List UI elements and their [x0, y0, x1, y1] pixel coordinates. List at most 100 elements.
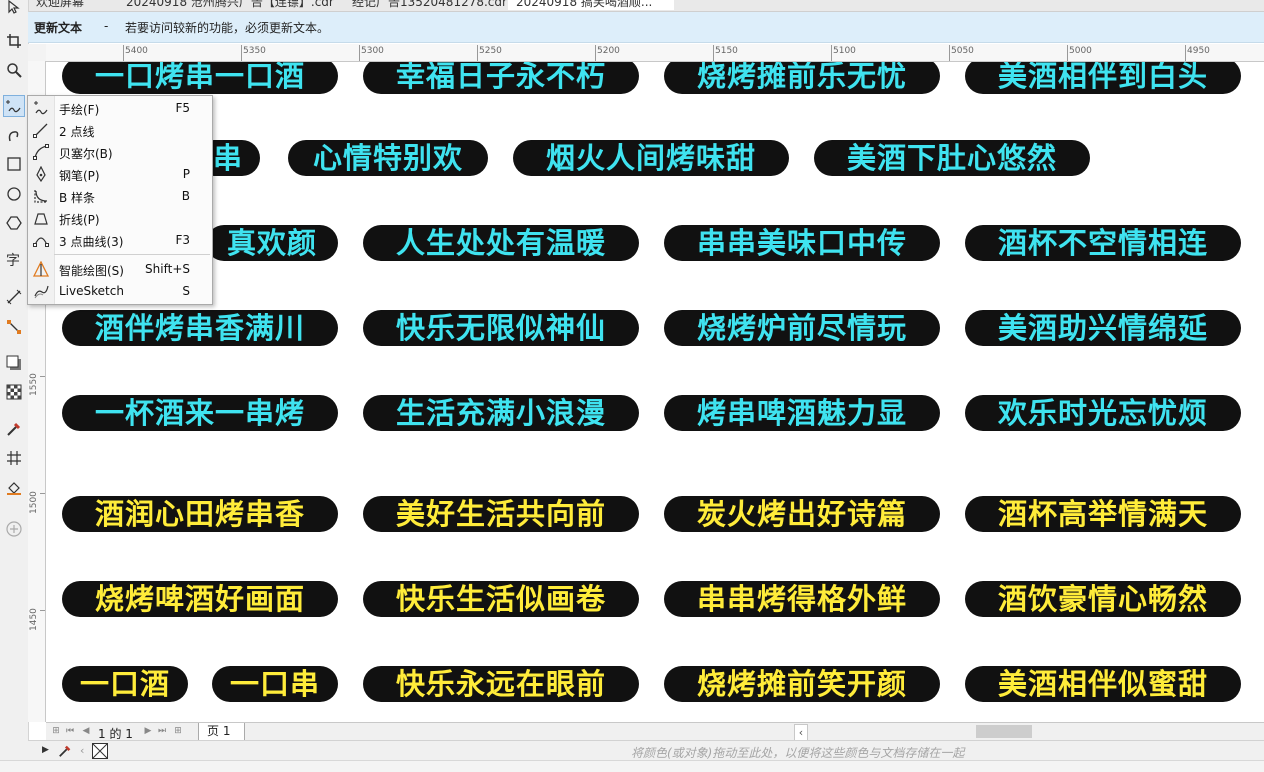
ruler-tick: [241, 45, 242, 61]
ruler-tick: [1067, 45, 1068, 61]
artistic-media-icon[interactable]: [3, 124, 25, 146]
text-object[interactable]: 快乐无限似神仙: [363, 310, 639, 346]
transparency-icon[interactable]: [3, 381, 25, 403]
ruler-label: 1450: [29, 608, 39, 631]
ruler-tick: [713, 45, 714, 61]
freehand-icon: [34, 101, 48, 115]
text-object[interactable]: 一口酒: [62, 666, 188, 702]
text-object[interactable]: 炭火烤出好诗篇: [664, 496, 940, 532]
text-object[interactable]: 心情特别欢: [288, 140, 488, 176]
flyout-item-bezier[interactable]: 贝塞尔(B): [28, 141, 212, 163]
text-object[interactable]: 美酒相伴似蜜甜: [965, 666, 1241, 702]
text-object[interactable]: 烟火人间烤味甜: [513, 140, 789, 176]
flyout-item-freehand[interactable]: 手绘(F) F5: [28, 97, 212, 119]
text-object[interactable]: 串串烤得格外鲜: [664, 581, 940, 617]
b-spline-icon: [34, 190, 48, 203]
flyout-item-smart-drawing[interactable]: 智能绘图(S) Shift+S: [28, 258, 212, 280]
add-page-before-icon[interactable]: ⊞: [50, 725, 62, 738]
connector-tool-icon[interactable]: [3, 316, 25, 338]
text-object[interactable]: 快乐生活似画卷: [363, 581, 639, 617]
ruler-label: 5200: [597, 46, 620, 56]
flyout-item-pen[interactable]: 钢笔(P) P: [28, 163, 212, 185]
page-tab[interactable]: 页 1: [198, 723, 246, 741]
smart-fill-icon[interactable]: [3, 476, 25, 498]
crop-tool-icon[interactable]: [3, 30, 25, 52]
horizontal-ruler[interactable]: 5400 5350 5300 5250 5200 5150 5100 5050 …: [46, 44, 1264, 62]
ruler-tick: [40, 610, 45, 611]
livesketch-icon: [34, 285, 49, 299]
polygon-tool-icon[interactable]: [3, 212, 25, 234]
doc-tab-2[interactable]: 20240918 沧州腾兴广告【连镖】.cdr: [118, 0, 338, 10]
flyout-item-polyline[interactable]: 折线(P): [28, 207, 212, 229]
zoom-tool-icon[interactable]: [3, 59, 25, 81]
text-object[interactable]: 酒杯不空情相连: [965, 225, 1241, 261]
first-page-icon[interactable]: ⏮: [64, 725, 76, 738]
text-object[interactable]: 串串美味口中传: [664, 225, 940, 261]
text-object[interactable]: 美酒下肚心悠然: [814, 140, 1090, 176]
status-bar: [0, 760, 1264, 772]
flyout-item-livesketch[interactable]: LiveSketch S: [28, 280, 212, 302]
doc-tab-welcome[interactable]: 欢迎屏幕: [28, 0, 120, 10]
flyout-shortcut: S: [182, 284, 190, 298]
rectangle-tool-icon[interactable]: [3, 153, 25, 175]
text-object[interactable]: 欢乐时光忘忧烦: [965, 395, 1241, 431]
text-object[interactable]: 一杯酒来一串烤: [62, 395, 338, 431]
prev-page-icon[interactable]: ◀: [80, 725, 92, 738]
drop-shadow-icon[interactable]: [3, 352, 25, 374]
text-object[interactable]: 美好生活共向前: [363, 496, 639, 532]
text-object[interactable]: 快乐永远在眼前: [363, 666, 639, 702]
text-object[interactable]: 烧烤摊前乐无忧: [664, 62, 940, 94]
ruler-label: 5300: [361, 46, 384, 56]
text-object[interactable]: 酒杯高举情满天: [965, 496, 1241, 532]
flyout-label: 贝塞尔(B): [59, 147, 113, 161]
ruler-tick: [1185, 45, 1186, 61]
text-object[interactable]: 人生处处有温暖: [363, 225, 639, 261]
last-page-icon[interactable]: ⏭: [156, 725, 168, 738]
text-object[interactable]: 烧烤摊前笑开颜: [664, 666, 940, 702]
text-tool-icon[interactable]: 字: [3, 249, 25, 271]
text-object[interactable]: 烤串啤酒魅力显: [664, 395, 940, 431]
freehand-tool-icon[interactable]: [3, 95, 25, 117]
flyout-item-two-point-line[interactable]: 2 点线: [28, 119, 212, 141]
palette-expand-icon[interactable]: ▶: [42, 745, 49, 755]
flyout-item-three-point-curve[interactable]: 3 点曲线(3) F3: [28, 229, 212, 251]
scroll-left-icon[interactable]: ‹: [794, 724, 808, 741]
flyout-label: LiveSketch: [59, 284, 124, 298]
update-info-bar: 更新文本 - 若要访问较新的功能，必须更新文本。: [28, 12, 1264, 43]
document-tabs-bar: 欢迎屏幕 20240918 沧州腾兴广告【连镖】.cdr 经记广告1352048…: [0, 0, 1264, 12]
pick-tool-icon[interactable]: [3, 0, 25, 18]
horizontal-scrollbar-thumb[interactable]: [976, 725, 1032, 738]
text-object[interactable]: 真欢颜: [206, 225, 338, 261]
flyout-item-b-spline[interactable]: B 样条 B: [28, 185, 212, 207]
ruler-origin[interactable]: [28, 44, 47, 62]
ruler-tick: [831, 45, 832, 61]
text-object[interactable]: 美酒相伴到白头: [965, 62, 1241, 94]
add-tool-icon[interactable]: [3, 518, 25, 540]
doc-tab-active[interactable]: 20240918 搞笑喝酒顺...: [508, 0, 674, 10]
curve-tools-flyout: 手绘(F) F5 2 点线 贝塞尔(B) 钢笔(P) P B 样条 B 折线(P…: [27, 95, 213, 305]
palette-scroll-left-icon[interactable]: ‹: [80, 744, 84, 757]
drawing-canvas[interactable]: 一口烤串一口酒 幸福日子永不朽 烧烤摊前乐无忧 美酒相伴到白头 串 心情特别欢 …: [46, 62, 1264, 722]
ellipse-tool-icon[interactable]: [3, 183, 25, 205]
info-bar-title: 更新文本: [34, 21, 83, 35]
mesh-fill-icon[interactable]: [3, 447, 25, 469]
ruler-tick: [359, 45, 360, 61]
parallel-dimension-icon[interactable]: [3, 286, 25, 308]
doc-tab-3[interactable]: 经记广告13520481278.cdr: [344, 0, 510, 10]
text-object[interactable]: 一口串: [212, 666, 338, 702]
ruler-label: 5250: [479, 46, 502, 56]
ruler-tick: [123, 45, 124, 61]
eyedropper-icon[interactable]: [3, 418, 25, 440]
text-object[interactable]: 一口烤串一口酒: [62, 62, 338, 94]
next-page-icon[interactable]: ▶: [142, 725, 154, 738]
text-object[interactable]: 幸福日子永不朽: [363, 62, 639, 94]
text-object[interactable]: 美酒助兴情绵延: [965, 310, 1241, 346]
add-page-after-icon[interactable]: ⊞: [172, 725, 184, 738]
text-object[interactable]: 酒润心田烤串香: [62, 496, 338, 532]
text-object[interactable]: 酒伴烤串香满川: [62, 310, 338, 346]
text-object[interactable]: 烧烤啤酒好画面: [62, 581, 338, 617]
text-object[interactable]: 烧烤炉前尽情玩: [664, 310, 940, 346]
palette-eyedropper-icon[interactable]: [58, 744, 72, 761]
text-object[interactable]: 酒饮豪情心畅然: [965, 581, 1241, 617]
text-object[interactable]: 生活充满小浪漫: [363, 395, 639, 431]
